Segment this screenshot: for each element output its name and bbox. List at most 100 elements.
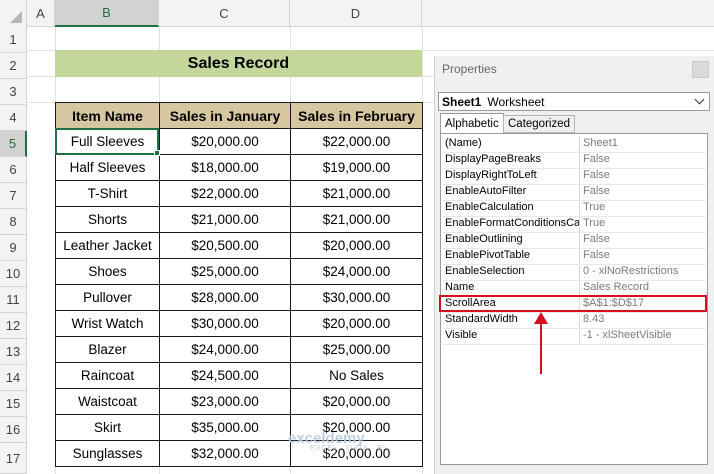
item-name-cell[interactable]: Shoes [55, 258, 160, 285]
property-value[interactable]: False [580, 249, 706, 264]
row-header-10[interactable]: 10 [0, 261, 27, 287]
item-name-cell[interactable]: Skirt [55, 414, 160, 441]
row-header-17[interactable]: 17 [0, 443, 27, 474]
january-cell[interactable]: $22,000.00 [159, 180, 291, 207]
property-value[interactable]: 0 - xlNoRestrictions [580, 265, 706, 280]
property-name: EnableAutoFilter [443, 185, 580, 200]
february-cell[interactable]: $24,000.00 [290, 258, 423, 285]
property-row[interactable]: EnableFormatConditionsCalculation True [443, 217, 706, 233]
february-cell[interactable]: $21,000.00 [290, 206, 423, 233]
sales-record-title[interactable]: Sales Record [55, 50, 422, 77]
item-name-cell[interactable]: Raincoat [55, 362, 160, 389]
row-header-3[interactable]: 3 [0, 79, 27, 105]
january-cell[interactable]: $35,000.00 [159, 414, 291, 441]
row-header-5[interactable]: 5 [0, 131, 27, 157]
header-sales-january[interactable]: Sales in January [159, 102, 291, 129]
item-name-cell[interactable]: Wrist Watch [55, 310, 160, 337]
tab-alphabetic[interactable]: Alphabetic [440, 113, 504, 133]
property-row[interactable]: DisplayPageBreaks False [443, 153, 706, 169]
row-header-16[interactable]: 16 [0, 417, 27, 443]
property-row[interactable]: EnableSelection 0 - xlNoRestrictions [443, 265, 706, 281]
table-row: Blazer $24,000.00 $25,000.00 [55, 336, 423, 363]
property-row[interactable]: DisplayRightToLeft False [443, 169, 706, 185]
january-cell[interactable]: $28,000.00 [159, 284, 291, 311]
row-header-15[interactable]: 15 [0, 391, 27, 417]
january-cell[interactable]: $32,000.00 [159, 440, 291, 467]
property-value[interactable]: -1 - xlSheetVisible [580, 329, 706, 344]
january-cell[interactable]: $20,000.00 [159, 128, 291, 155]
property-value[interactable]: False [580, 169, 706, 184]
properties-title: Properties [442, 62, 497, 76]
row-header-13[interactable]: 13 [0, 339, 27, 365]
row-header-9[interactable]: 9 [0, 235, 27, 261]
february-cell[interactable]: $21,000.00 [290, 180, 423, 207]
property-row[interactable]: EnableAutoFilter False [443, 185, 706, 201]
february-cell[interactable]: $30,000.00 [290, 284, 423, 311]
item-name-cell[interactable]: Blazer [55, 336, 160, 363]
property-value[interactable]: Sheet1 [580, 137, 706, 152]
property-value[interactable]: True [580, 217, 706, 232]
january-cell[interactable]: $20,500.00 [159, 232, 291, 259]
property-row[interactable]: EnablePivotTable False [443, 249, 706, 265]
row-header-1[interactable]: 1 [0, 27, 27, 53]
january-cell[interactable]: $30,000.00 [159, 310, 291, 337]
february-cell[interactable]: $25,000.00 [290, 336, 423, 363]
january-cell[interactable]: $23,000.00 [159, 388, 291, 415]
column-header-b[interactable]: B [55, 0, 159, 27]
property-value[interactable]: True [580, 201, 706, 216]
january-cell[interactable]: $18,000.00 [159, 154, 291, 181]
scrollarea-highlight-box [439, 295, 707, 312]
tab-categorized[interactable]: Categorized [503, 115, 576, 133]
item-name-cell[interactable]: Sunglasses [55, 440, 160, 467]
column-header-a[interactable]: A [27, 0, 55, 27]
row-header-12[interactable]: 12 [0, 313, 27, 339]
row-header-14[interactable]: 14 [0, 365, 27, 391]
item-name-cell[interactable]: Pullover [55, 284, 160, 311]
item-name-cell[interactable]: Half Sleeves [55, 154, 160, 181]
sales-table: Item Name Sales in January Sales in Febr… [55, 102, 423, 467]
february-cell[interactable]: $20,000.00 [290, 310, 423, 337]
header-item-name[interactable]: Item Name [55, 102, 160, 129]
object-dropdown[interactable]: Sheet1 Worksheet [438, 92, 710, 111]
fill-handle[interactable] [154, 150, 160, 156]
february-cell[interactable]: No Sales [290, 362, 423, 389]
row-header-4[interactable]: 4 [0, 105, 27, 131]
february-cell[interactable]: $22,000.00 [290, 128, 423, 155]
row-header-8[interactable]: 8 [0, 209, 27, 235]
item-name-cell[interactable]: Waistcoat [55, 388, 160, 415]
row-header-7[interactable]: 7 [0, 183, 27, 209]
property-row[interactable]: (Name) Sheet1 [443, 137, 706, 153]
active-cell-outline [55, 128, 159, 155]
property-row[interactable]: EnableOutlining False [443, 233, 706, 249]
property-value[interactable]: Sales Record [580, 281, 706, 296]
row-header-11[interactable]: 11 [0, 287, 27, 313]
property-name: EnablePivotTable [443, 249, 580, 264]
property-name: Visible [443, 329, 580, 344]
property-value[interactable]: False [580, 185, 706, 200]
column-header-c[interactable]: C [159, 0, 290, 27]
row-header-2[interactable]: 2 [0, 53, 27, 79]
property-value[interactable]: False [580, 153, 706, 168]
close-icon[interactable] [692, 61, 709, 78]
property-name: DisplayPageBreaks [443, 153, 580, 168]
january-cell[interactable]: $21,000.00 [159, 206, 291, 233]
january-cell[interactable]: $24,000.00 [159, 336, 291, 363]
header-sales-february[interactable]: Sales in February [290, 102, 423, 129]
column-header-d[interactable]: D [290, 0, 422, 27]
property-row[interactable]: Visible -1 - xlSheetVisible [443, 329, 706, 345]
property-row[interactable]: EnableCalculation True [443, 201, 706, 217]
property-value[interactable]: False [580, 233, 706, 248]
item-name-cell[interactable]: T-Shirt [55, 180, 160, 207]
property-row[interactable]: StandardWidth 8.43 [443, 313, 706, 329]
row-header-6[interactable]: 6 [0, 157, 27, 183]
item-name-cell[interactable]: Shorts [55, 206, 160, 233]
january-cell[interactable]: $24,500.00 [159, 362, 291, 389]
item-name-cell[interactable]: Leather Jacket [55, 232, 160, 259]
january-cell[interactable]: $25,000.00 [159, 258, 291, 285]
property-name: EnableFormatConditionsCalculation [443, 217, 580, 232]
february-cell[interactable]: $20,000.00 [290, 388, 423, 415]
february-cell[interactable]: $19,000.00 [290, 154, 423, 181]
february-cell[interactable]: $20,000.00 [290, 232, 423, 259]
property-name: DisplayRightToLeft [443, 169, 580, 184]
property-value[interactable]: 8.43 [580, 313, 706, 328]
